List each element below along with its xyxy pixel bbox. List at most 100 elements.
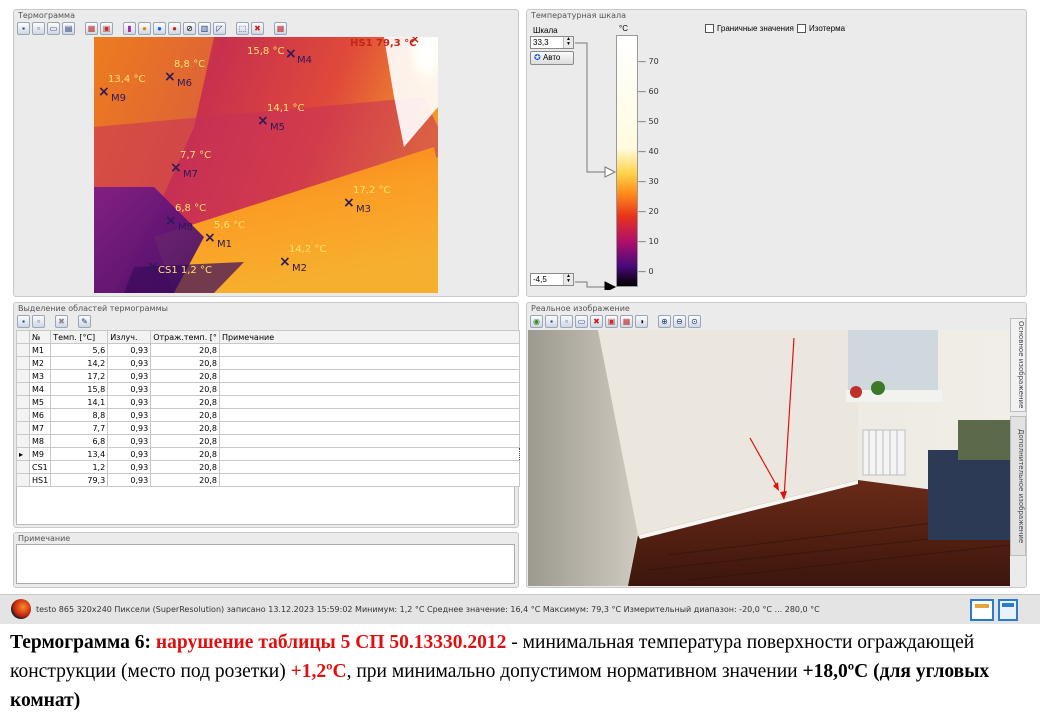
table-row[interactable]: M7 7,7 0,93 20,8: [16, 421, 520, 435]
cell-temp[interactable]: 8,8: [50, 408, 109, 422]
cell-id[interactable]: M6: [28, 408, 52, 422]
row-selector[interactable]: [16, 369, 30, 383]
delete-image-icon[interactable]: ✖: [590, 315, 603, 328]
delta-icon[interactable]: ●: [168, 22, 181, 35]
cell-note[interactable]: [218, 356, 520, 370]
row-selector[interactable]: [16, 460, 30, 474]
delete-marker-icon[interactable]: ⊘: [183, 22, 196, 35]
cell-note[interactable]: [218, 421, 520, 435]
profile-icon[interactable]: ◸: [213, 22, 226, 35]
layout-view-1-icon[interactable]: [970, 599, 994, 621]
isotherm-checkbox[interactable]: Изотерма: [797, 24, 845, 34]
cell-note[interactable]: [218, 395, 520, 409]
cell-note[interactable]: [218, 408, 520, 422]
save-icon[interactable]: ▪: [17, 315, 30, 328]
hot-spot-icon[interactable]: ●: [138, 22, 151, 35]
cell-id[interactable]: M4: [28, 382, 52, 396]
cell-id[interactable]: CS1: [28, 460, 52, 474]
row-selector[interactable]: [16, 343, 30, 357]
table-row[interactable]: M5 14,1 0,93 20,8: [16, 395, 520, 409]
table-row[interactable]: M8 6,8 0,93 20,8: [16, 434, 520, 448]
checkbox-icon[interactable]: [797, 24, 806, 34]
tab-main-image[interactable]: Основное изображение: [1010, 318, 1026, 412]
print-icon[interactable]: ▭: [575, 315, 588, 328]
cell-reflected[interactable]: 20,8: [150, 421, 220, 435]
print-icon[interactable]: ▭: [47, 22, 60, 35]
cell-note[interactable]: [218, 369, 520, 383]
cell-id[interactable]: M3: [28, 369, 52, 383]
cell-temp[interactable]: 1,2: [50, 460, 109, 474]
cell-id[interactable]: M5: [28, 395, 52, 409]
cell-emissivity[interactable]: 0,93: [107, 395, 152, 409]
cell-emissivity[interactable]: 0,93: [107, 408, 152, 422]
zoom-fit-icon[interactable]: ⊙: [688, 315, 701, 328]
measure-point-icon[interactable]: ▮: [123, 22, 136, 35]
table-row[interactable]: M2 14,2 0,93 20,8: [16, 356, 520, 370]
column-header-id[interactable]: №: [28, 330, 52, 344]
cell-emissivity[interactable]: 0,93: [107, 356, 152, 370]
cell-id[interactable]: M9: [28, 447, 52, 461]
column-header-temp[interactable]: Темп. [°C]: [50, 330, 109, 344]
cell-id[interactable]: M7: [28, 421, 52, 435]
table-row[interactable]: M1 5,6 0,93 20,8: [16, 343, 520, 357]
export-icon[interactable]: ▤: [62, 22, 75, 35]
boundary-values-checkbox[interactable]: Граничные значения: [705, 24, 794, 34]
cell-emissivity[interactable]: 0,93: [107, 382, 152, 396]
note-textarea[interactable]: [16, 544, 515, 584]
cell-emissivity[interactable]: 0,93: [107, 369, 152, 383]
row-selector[interactable]: [16, 421, 30, 435]
row-selector[interactable]: [16, 395, 30, 409]
table-row[interactable]: M6 8,8 0,93 20,8: [16, 408, 520, 422]
zoom-in-icon[interactable]: ⊕: [658, 315, 671, 328]
cell-temp[interactable]: 14,1: [50, 395, 109, 409]
cell-emissivity[interactable]: 0,93: [107, 473, 152, 487]
cell-temp[interactable]: 7,7: [50, 421, 109, 435]
cell-reflected[interactable]: 20,8: [150, 460, 220, 474]
cell-reflected[interactable]: 20,8: [150, 356, 220, 370]
table-row[interactable]: M4 15,8 0,93 20,8: [16, 382, 520, 396]
column-header-reflected[interactable]: Отраж.темп. [°: [150, 330, 220, 344]
cell-reflected[interactable]: 20,8: [150, 382, 220, 396]
save-icon[interactable]: ▪: [545, 315, 558, 328]
load-image-icon[interactable]: ◉: [530, 315, 543, 328]
cell-temp[interactable]: 13,4: [50, 447, 109, 461]
cell-id[interactable]: HS1: [28, 473, 52, 487]
cell-temp[interactable]: 17,2: [50, 369, 109, 383]
column-header-note[interactable]: Примечание: [218, 330, 520, 344]
cell-reflected[interactable]: 20,8: [150, 369, 220, 383]
layout-view-2-icon[interactable]: [998, 599, 1018, 621]
row-selector[interactable]: [16, 356, 30, 370]
histogram-icon[interactable]: ▥: [198, 22, 211, 35]
overlay-icon[interactable]: ▦: [620, 315, 633, 328]
cell-temp[interactable]: 14,2: [50, 356, 109, 370]
cell-temp[interactable]: 5,6: [50, 343, 109, 357]
cell-emissivity[interactable]: 0,93: [107, 447, 152, 461]
cell-note[interactable]: [218, 447, 520, 461]
cell-temp[interactable]: 6,8: [50, 434, 109, 448]
cell-id[interactable]: M2: [28, 356, 52, 370]
cell-note[interactable]: [218, 473, 520, 487]
row-selector[interactable]: [16, 382, 30, 396]
cell-reflected[interactable]: 20,8: [150, 447, 220, 461]
cell-note[interactable]: [218, 460, 520, 474]
row-selector[interactable]: [16, 408, 30, 422]
table-row[interactable]: HS1 79,3 0,93 20,8: [16, 473, 520, 487]
marker-icon[interactable]: ▣: [605, 315, 618, 328]
cell-reflected[interactable]: 20,8: [150, 434, 220, 448]
table-row[interactable]: ▸ M9 13,4 0,93 20,8: [16, 447, 520, 461]
save-icon[interactable]: ▪: [17, 22, 30, 35]
pen-icon[interactable]: ✎: [78, 315, 91, 328]
row-selector[interactable]: [16, 473, 30, 487]
cell-emissivity[interactable]: 0,93: [107, 434, 152, 448]
cell-id[interactable]: M8: [28, 434, 52, 448]
row-selector[interactable]: ▸: [16, 447, 30, 461]
copy-icon[interactable]: ▫: [32, 315, 45, 328]
thermogram-image[interactable]: HS1 79,3 °C × 15,8 °C × M4 8,8 °C × M6 1…: [94, 37, 438, 293]
copy-icon[interactable]: ▫: [32, 22, 45, 35]
tab-extra-image[interactable]: Дополнительное изображение: [1010, 416, 1026, 556]
cell-temp[interactable]: 15,8: [50, 382, 109, 396]
cell-reflected[interactable]: 20,8: [150, 408, 220, 422]
cold-spot-icon[interactable]: ●: [153, 22, 166, 35]
checkbox-icon[interactable]: [705, 24, 714, 34]
area-select-icon[interactable]: ⬚: [236, 22, 249, 35]
